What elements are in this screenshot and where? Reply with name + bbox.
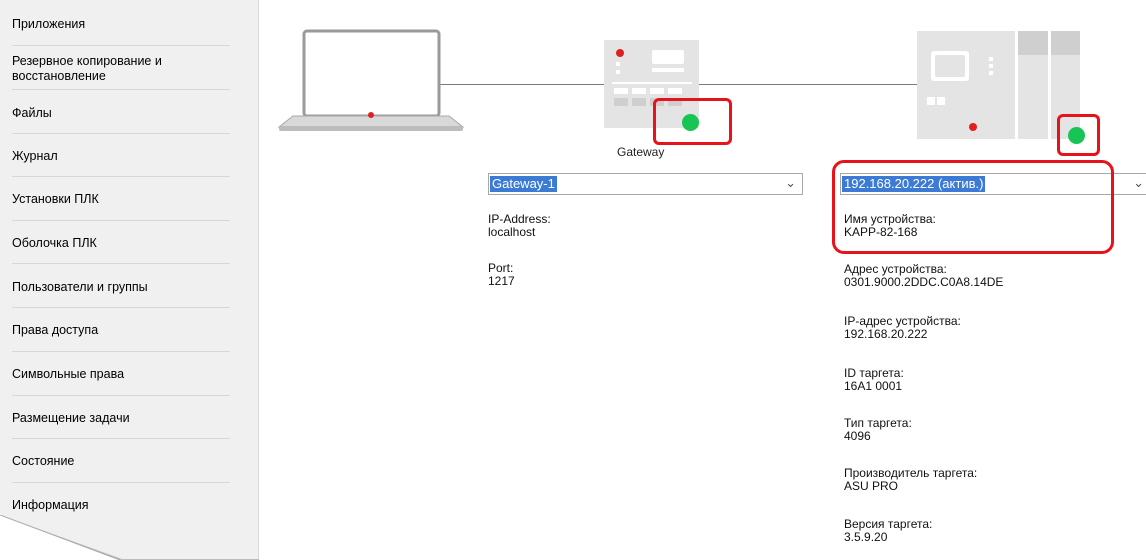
sidebar-fold-decoration xyxy=(0,515,259,560)
device-highlight-frame xyxy=(832,160,1114,254)
divider xyxy=(12,133,230,134)
chevron-down-icon[interactable]: ⌄ xyxy=(1133,175,1144,191)
sidebar-item-files[interactable]: Файлы xyxy=(12,106,230,121)
divider xyxy=(12,307,230,308)
divider xyxy=(12,89,230,90)
target-vendor-value: ASU PRO xyxy=(844,479,899,493)
divider xyxy=(12,176,230,177)
plc-device-icon xyxy=(917,31,1080,139)
divider xyxy=(12,482,230,483)
gateway-select[interactable]: Gateway-1 ⌄ xyxy=(488,173,803,195)
sidebar-item-backup-restore[interactable]: Резервное копирование и восстановление xyxy=(12,54,230,84)
target-version-block: Версия таргета: 3.5.9.20 xyxy=(844,518,932,544)
sidebar: Приложения Резервное копирование и восст… xyxy=(0,0,259,560)
sidebar-item-users-groups[interactable]: Пользователи и группы xyxy=(12,280,230,295)
sidebar-item-information[interactable]: Информация xyxy=(12,498,230,513)
target-type-block: Тип таргета: 4096 xyxy=(844,417,912,443)
gateway-port-block: Port: 1217 xyxy=(488,262,515,288)
target-version-value: 3.5.9.20 xyxy=(844,530,888,544)
target-type-value: 4096 xyxy=(844,429,871,443)
sidebar-item-applications[interactable]: Приложения xyxy=(12,17,230,32)
device-name-block: Имя устройства: KAPP-82-168 xyxy=(844,213,936,239)
divider xyxy=(12,395,230,396)
chevron-down-icon[interactable]: ⌄ xyxy=(785,175,796,191)
gateway-ip-block: IP-Address: localhost xyxy=(488,213,551,239)
connection-line xyxy=(699,84,917,85)
device-name-value: KAPP-82-168 xyxy=(844,225,918,239)
laptop-icon xyxy=(277,29,465,131)
sidebar-item-log[interactable]: Журнал xyxy=(12,149,230,164)
divider xyxy=(12,220,230,221)
divider xyxy=(12,263,230,264)
device-address-block: Адрес устройства: 0301.9000.2DDC.C0A8.14… xyxy=(844,263,1003,289)
sidebar-item-access-rights[interactable]: Права доступа xyxy=(12,323,230,338)
gateway-status-dot xyxy=(682,114,699,131)
target-id-value: 16A1 0001 xyxy=(844,379,903,393)
device-ip-value: 192.168.20.222 xyxy=(844,327,928,341)
gateway-port-value: 1217 xyxy=(488,274,515,288)
divider xyxy=(12,438,230,439)
gateway-ip-value: localhost xyxy=(488,225,536,239)
divider xyxy=(12,351,230,352)
sidebar-item-task-deployment[interactable]: Размещение задачи xyxy=(12,411,230,426)
device-ip-block: IP-адрес устройства: 192.168.20.222 xyxy=(844,315,961,341)
gateway-caption: Gateway xyxy=(617,145,665,159)
target-vendor-block: Производитель таргета: ASU PRO xyxy=(844,467,977,493)
sidebar-item-plc-settings[interactable]: Установки ПЛК xyxy=(12,192,230,207)
divider xyxy=(12,45,230,46)
sidebar-item-plc-shell[interactable]: Оболочка ПЛК xyxy=(12,236,230,251)
gateway-select-value: Gateway-1 xyxy=(490,176,557,192)
sidebar-item-symbol-rights[interactable]: Символьные права xyxy=(12,367,230,382)
device-address-value: 0301.9000.2DDC.C0A8.14DE xyxy=(844,275,1004,289)
plc-status-dot xyxy=(1068,127,1085,144)
sidebar-item-status[interactable]: Состояние xyxy=(12,454,230,469)
target-id-block: ID таргета: 16A1 0001 xyxy=(844,367,904,393)
